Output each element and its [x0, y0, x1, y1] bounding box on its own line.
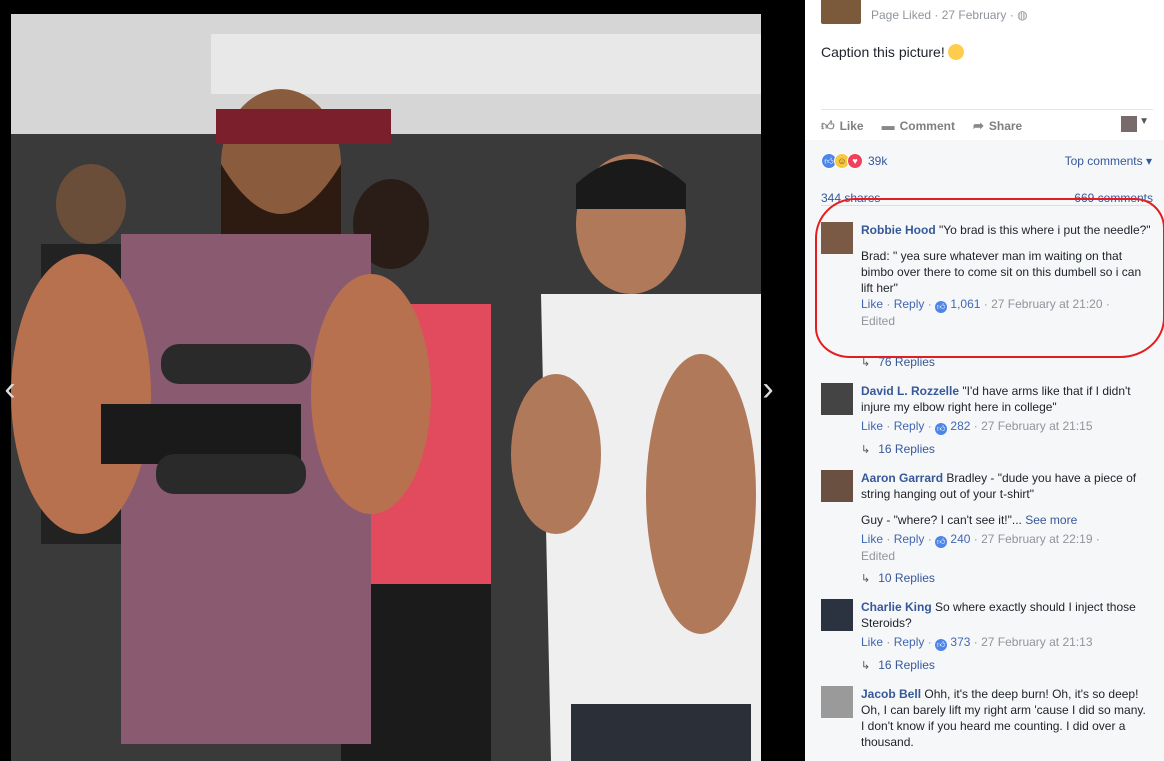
comment-button[interactable]: ▬ Comment: [882, 118, 955, 133]
comment-author[interactable]: David L. Rozzelle: [861, 384, 959, 398]
comment-reply-link[interactable]: Reply: [894, 297, 925, 311]
comment-like-link[interactable]: Like: [861, 532, 883, 546]
view-replies-link[interactable]: ↳ 10 Replies: [861, 571, 935, 585]
comment-reply-link[interactable]: Reply: [894, 532, 925, 546]
comment-reply-link[interactable]: Reply: [894, 419, 925, 433]
view-replies-link[interactable]: ↳ 16 Replies: [861, 658, 935, 672]
comment-like-link[interactable]: Like: [861, 419, 883, 433]
flushed-emoji-icon: [947, 44, 964, 60]
post-photo[interactable]: [11, 14, 761, 761]
comment-like-count[interactable]: 282: [950, 419, 970, 433]
share-button[interactable]: ➦ Share: [973, 118, 1022, 134]
comment-icon: ▬: [881, 118, 895, 133]
comment-item: Charlie King So where exactly should I i…: [821, 599, 1151, 651]
comment-item: Robbie Hood "Yo brad is this where i put…: [821, 222, 1151, 329]
comment-actions: Like · Reply · 👍︎ 373 · 27 February at 2…: [861, 635, 1093, 651]
chevron-right-icon[interactable]: ›: [758, 370, 778, 408]
view-replies-link[interactable]: ↳ 16 Replies: [861, 442, 935, 456]
reply-arrow-icon: ↳: [861, 660, 871, 672]
reaction-count[interactable]: 39k: [868, 154, 887, 168]
like-icon: 👍︎: [935, 301, 948, 313]
edited-label[interactable]: Edited: [861, 549, 895, 563]
photo-viewer: ‹ ›: [0, 0, 805, 761]
comment-text: Brad: " yea sure whatever man im waiting…: [861, 249, 1142, 295]
chevron-down-icon: ▾: [1145, 154, 1152, 168]
like-icon: 👍︎: [935, 639, 948, 651]
page-avatar[interactable]: [821, 0, 861, 24]
edited-label[interactable]: Edited: [861, 314, 895, 328]
comment-timestamp[interactable]: 27 February at 22:19: [981, 532, 1092, 546]
share-icon: ➦: [972, 117, 984, 133]
comment-like-count[interactable]: 1,061: [950, 297, 980, 311]
post-action-bar: 👍︎ Like ▬ Comment ➦ Share ▼: [821, 109, 1153, 141]
post-meta: Page Liked · 27 February · ◍: [871, 8, 1028, 22]
chevron-down-icon[interactable]: ▼: [1139, 116, 1149, 127]
comment-author[interactable]: Jacob Bell: [861, 687, 921, 701]
comment-text: Guy - "where? I can't see it!"...: [861, 513, 1022, 527]
comment-timestamp[interactable]: 27 February at 21:15: [981, 419, 1092, 433]
replies-label: 16 Replies: [878, 442, 935, 456]
love-reaction-icon: ♥: [847, 153, 863, 169]
comment-reply-link[interactable]: Reply: [894, 635, 925, 649]
comment-like-count[interactable]: 240: [950, 532, 970, 546]
comment-sort-dropdown[interactable]: Top comments ▾: [1065, 154, 1152, 168]
comment-timestamp[interactable]: 27 February at 21:13: [981, 635, 1092, 649]
comment-label: Comment: [899, 118, 955, 133]
like-button[interactable]: 👍︎ Like: [821, 118, 864, 134]
chevron-left-icon[interactable]: ‹: [0, 370, 20, 408]
comment-like-link[interactable]: Like: [861, 297, 883, 311]
comments-count[interactable]: 669 comments: [1074, 191, 1153, 205]
comment-actions: Like · Reply · 👍︎ 282 · 27 February at 2…: [861, 419, 1093, 435]
reply-arrow-icon: ↳: [861, 444, 871, 456]
avatar[interactable]: [821, 222, 853, 254]
comment-author[interactable]: Charlie King: [861, 600, 932, 614]
reactions-summary[interactable]: 👍︎ ☺ ♥ 39k: [821, 153, 887, 169]
comment-like-count[interactable]: 373: [950, 635, 970, 649]
replies-label: 10 Replies: [878, 571, 935, 585]
like-icon: 👍︎: [821, 117, 835, 133]
like-icon: 👍︎: [935, 536, 948, 548]
like-icon: 👍︎: [935, 423, 948, 435]
see-more-link[interactable]: See more: [1025, 513, 1077, 527]
shares-count[interactable]: 344 shares: [821, 191, 880, 205]
replies-label: 76 Replies: [878, 355, 935, 369]
avatar[interactable]: [821, 686, 853, 718]
comments-area: 👍︎ ☺ ♥ 39k Top comments ▾ 344 shares 669…: [805, 140, 1164, 761]
comment-author[interactable]: Robbie Hood: [861, 223, 936, 237]
divider: [821, 205, 1153, 206]
avatar[interactable]: [821, 470, 853, 502]
comment-item: Aaron Garrard Bradley - "dude you have a…: [821, 470, 1151, 564]
share-label: Share: [988, 118, 1023, 133]
comment-actions: Like · Reply · 👍︎ 1,061 · 27 February at…: [861, 297, 1110, 328]
comment-author[interactable]: Aaron Garrard: [861, 471, 943, 485]
avatar[interactable]: [821, 383, 853, 415]
comment-sort-label: Top comments: [1064, 154, 1143, 168]
reply-arrow-icon: ↳: [861, 573, 871, 585]
comment-actions: Like · Reply · 👍︎ 240 · 27 February at 2…: [861, 532, 1100, 563]
comment-item: Jacob Bell Ohh, it's the deep burn! Oh, …: [821, 686, 1151, 760]
photo-illustration: [11, 14, 761, 761]
comment-item: David L. Rozzelle "I'd have arms like th…: [821, 383, 1151, 435]
post-caption: Caption this picture!: [821, 44, 964, 60]
viewer-avatar[interactable]: [1121, 116, 1137, 132]
comment-text: "Yo brad is this where i put the needle?…: [939, 223, 1151, 237]
post-meta-text: Page Liked · 27 February ·: [871, 8, 1014, 22]
like-label: Like: [839, 118, 864, 133]
reply-arrow-icon: ↳: [861, 357, 871, 369]
caption-text: Caption this picture!: [821, 44, 945, 60]
comment-timestamp[interactable]: 27 February at 21:20: [991, 297, 1102, 311]
avatar[interactable]: [821, 599, 853, 631]
globe-icon: ◍: [1017, 8, 1028, 22]
post-header: Page Liked · 27 February · ◍: [821, 0, 1151, 24]
replies-label: 16 Replies: [878, 658, 935, 672]
comment-like-link[interactable]: Like: [861, 635, 883, 649]
view-replies-link[interactable]: ↳ 76 Replies: [861, 355, 935, 369]
